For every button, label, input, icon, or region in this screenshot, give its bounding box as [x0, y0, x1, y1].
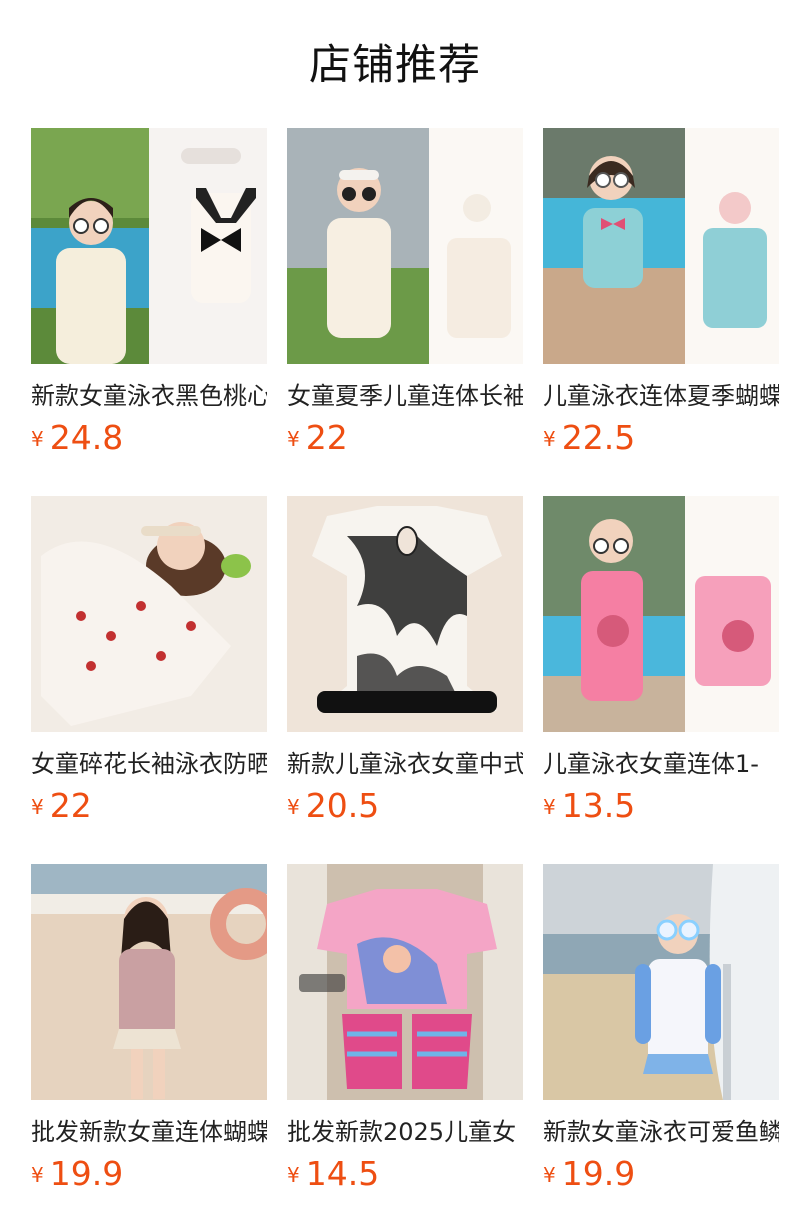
price-amount: 14.5 [305, 1154, 380, 1193]
product-image[interactable] [543, 496, 779, 732]
product-image[interactable] [287, 496, 523, 732]
product-image[interactable] [31, 864, 267, 1100]
price-amount: 19.9 [49, 1154, 124, 1193]
product-price: ¥22 [31, 786, 92, 826]
product-name[interactable]: 儿童泳衣连体夏季蝴蝶结 [543, 378, 779, 414]
price-amount: 20.5 [305, 786, 380, 825]
product-price: ¥22 [287, 418, 348, 458]
currency-symbol: ¥ [287, 795, 300, 819]
currency-symbol: ¥ [31, 795, 44, 819]
product-name[interactable]: 批发新款2025儿童女 [287, 1114, 523, 1150]
currency-symbol: ¥ [543, 795, 556, 819]
currency-symbol: ¥ [287, 427, 300, 451]
product-image[interactable] [31, 128, 267, 364]
currency-symbol: ¥ [31, 427, 44, 451]
product-image[interactable] [543, 864, 779, 1100]
product-name[interactable]: 女童碎花长袖泳衣防晒 [31, 746, 267, 782]
price-amount: 19.9 [561, 1154, 636, 1193]
product-image[interactable] [543, 128, 779, 364]
currency-symbol: ¥ [31, 1163, 44, 1187]
product-price: ¥19.9 [543, 1154, 635, 1194]
price-amount: 22.5 [561, 418, 636, 457]
product-price: ¥19.9 [31, 1154, 123, 1194]
currency-symbol: ¥ [543, 1163, 556, 1187]
product-price: ¥13.5 [543, 786, 635, 826]
product-price: ¥20.5 [287, 786, 379, 826]
product-name[interactable]: 新款儿童泳衣女童中式旗袍 [287, 746, 523, 782]
price-amount: 24.8 [49, 418, 124, 457]
product-price: ¥24.8 [31, 418, 123, 458]
product-image[interactable] [287, 128, 523, 364]
product-name[interactable]: 儿童泳衣女童连体1- [543, 746, 779, 782]
product-name[interactable]: 新款女童泳衣可爱鱼鳞 [543, 1114, 779, 1150]
product-price: ¥22.5 [543, 418, 635, 458]
price-amount: 13.5 [561, 786, 636, 825]
product-image[interactable] [287, 864, 523, 1100]
product-name[interactable]: 批发新款女童连体蝴蝶结 [31, 1114, 267, 1150]
product-image[interactable] [31, 496, 267, 732]
price-amount: 22 [305, 418, 348, 457]
currency-symbol: ¥ [543, 427, 556, 451]
price-amount: 22 [49, 786, 92, 825]
product-name[interactable]: 女童夏季儿童连体长袖泳衣 [287, 378, 523, 414]
product-name[interactable]: 新款女童泳衣黑色桃心蝴蝶结 [31, 378, 267, 414]
product-price: ¥14.5 [287, 1154, 379, 1194]
section-title: 店铺推荐 [308, 40, 481, 89]
currency-symbol: ¥ [287, 1163, 300, 1187]
